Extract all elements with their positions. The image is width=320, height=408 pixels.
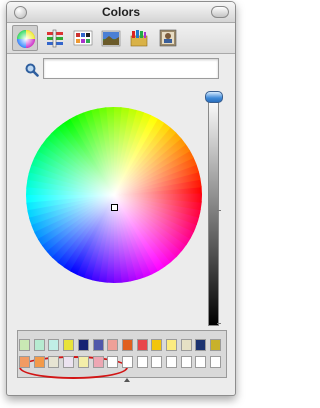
slider-tick [217, 323, 221, 324]
color-swatch[interactable] [151, 356, 163, 368]
color-swatch[interactable] [77, 356, 89, 368]
toolbar-toggle-button[interactable] [211, 6, 229, 18]
color-swatch[interactable] [48, 356, 60, 368]
brightness-slider-knob[interactable] [205, 91, 223, 103]
color-swatch[interactable] [166, 356, 177, 368]
color-swatch[interactable] [121, 356, 133, 368]
color-swatch[interactable] [77, 339, 89, 351]
image-palettes-mode-icon [101, 30, 121, 47]
color-swatch[interactable] [19, 356, 30, 368]
color-search-input[interactable] [43, 58, 219, 79]
color-swatch[interactable] [151, 339, 163, 351]
crayons-mode-icon [130, 30, 148, 47]
color-swatch[interactable] [92, 356, 104, 368]
color-swatch[interactable] [180, 339, 192, 351]
custom-picker-mode-button[interactable] [155, 25, 181, 51]
magnifier-icon[interactable] [25, 63, 39, 77]
color-wheel-selector[interactable] [111, 204, 118, 211]
title-bar[interactable]: Colors [7, 2, 235, 23]
color-swatch[interactable] [107, 356, 119, 368]
color-swatch[interactable] [63, 356, 75, 368]
color-swatch[interactable] [48, 339, 60, 351]
color-swatch[interactable] [63, 339, 75, 351]
color-sliders-mode-button[interactable] [42, 25, 68, 51]
color-swatch[interactable] [210, 339, 222, 351]
color-palettes-mode-icon [73, 30, 93, 46]
color-swatch[interactable] [136, 356, 148, 368]
color-swatch[interactable] [166, 339, 177, 351]
window-title: Colors [101, 5, 140, 19]
color-wheel-mode-button[interactable] [12, 25, 38, 51]
color-swatch[interactable] [92, 339, 104, 351]
picker-mode-toolbar [7, 23, 235, 54]
color-swatch[interactable] [33, 339, 45, 351]
image-palettes-mode-button[interactable] [98, 25, 124, 51]
crayons-mode-button[interactable] [126, 25, 152, 51]
color-swatch[interactable] [19, 339, 30, 351]
tray-resize-handle[interactable] [124, 378, 130, 382]
slider-tick [217, 210, 221, 211]
color-swatch[interactable] [121, 339, 133, 351]
color-palettes-mode-button[interactable] [70, 25, 96, 51]
custom-picker-mode-icon [159, 29, 177, 47]
colors-window: Colors [6, 1, 236, 396]
color-swatch[interactable] [195, 339, 207, 351]
color-wheel[interactable] [26, 107, 202, 283]
color-swatch[interactable] [195, 356, 207, 368]
color-wheel-mode-icon [17, 30, 35, 48]
color-swatch[interactable] [136, 339, 148, 351]
color-swatch[interactable] [210, 356, 222, 368]
color-sliders-mode-icon [47, 29, 63, 48]
color-swatch[interactable] [107, 339, 119, 351]
color-swatch[interactable] [33, 356, 45, 368]
brightness-slider[interactable] [208, 96, 219, 326]
color-swatch[interactable] [180, 356, 192, 368]
